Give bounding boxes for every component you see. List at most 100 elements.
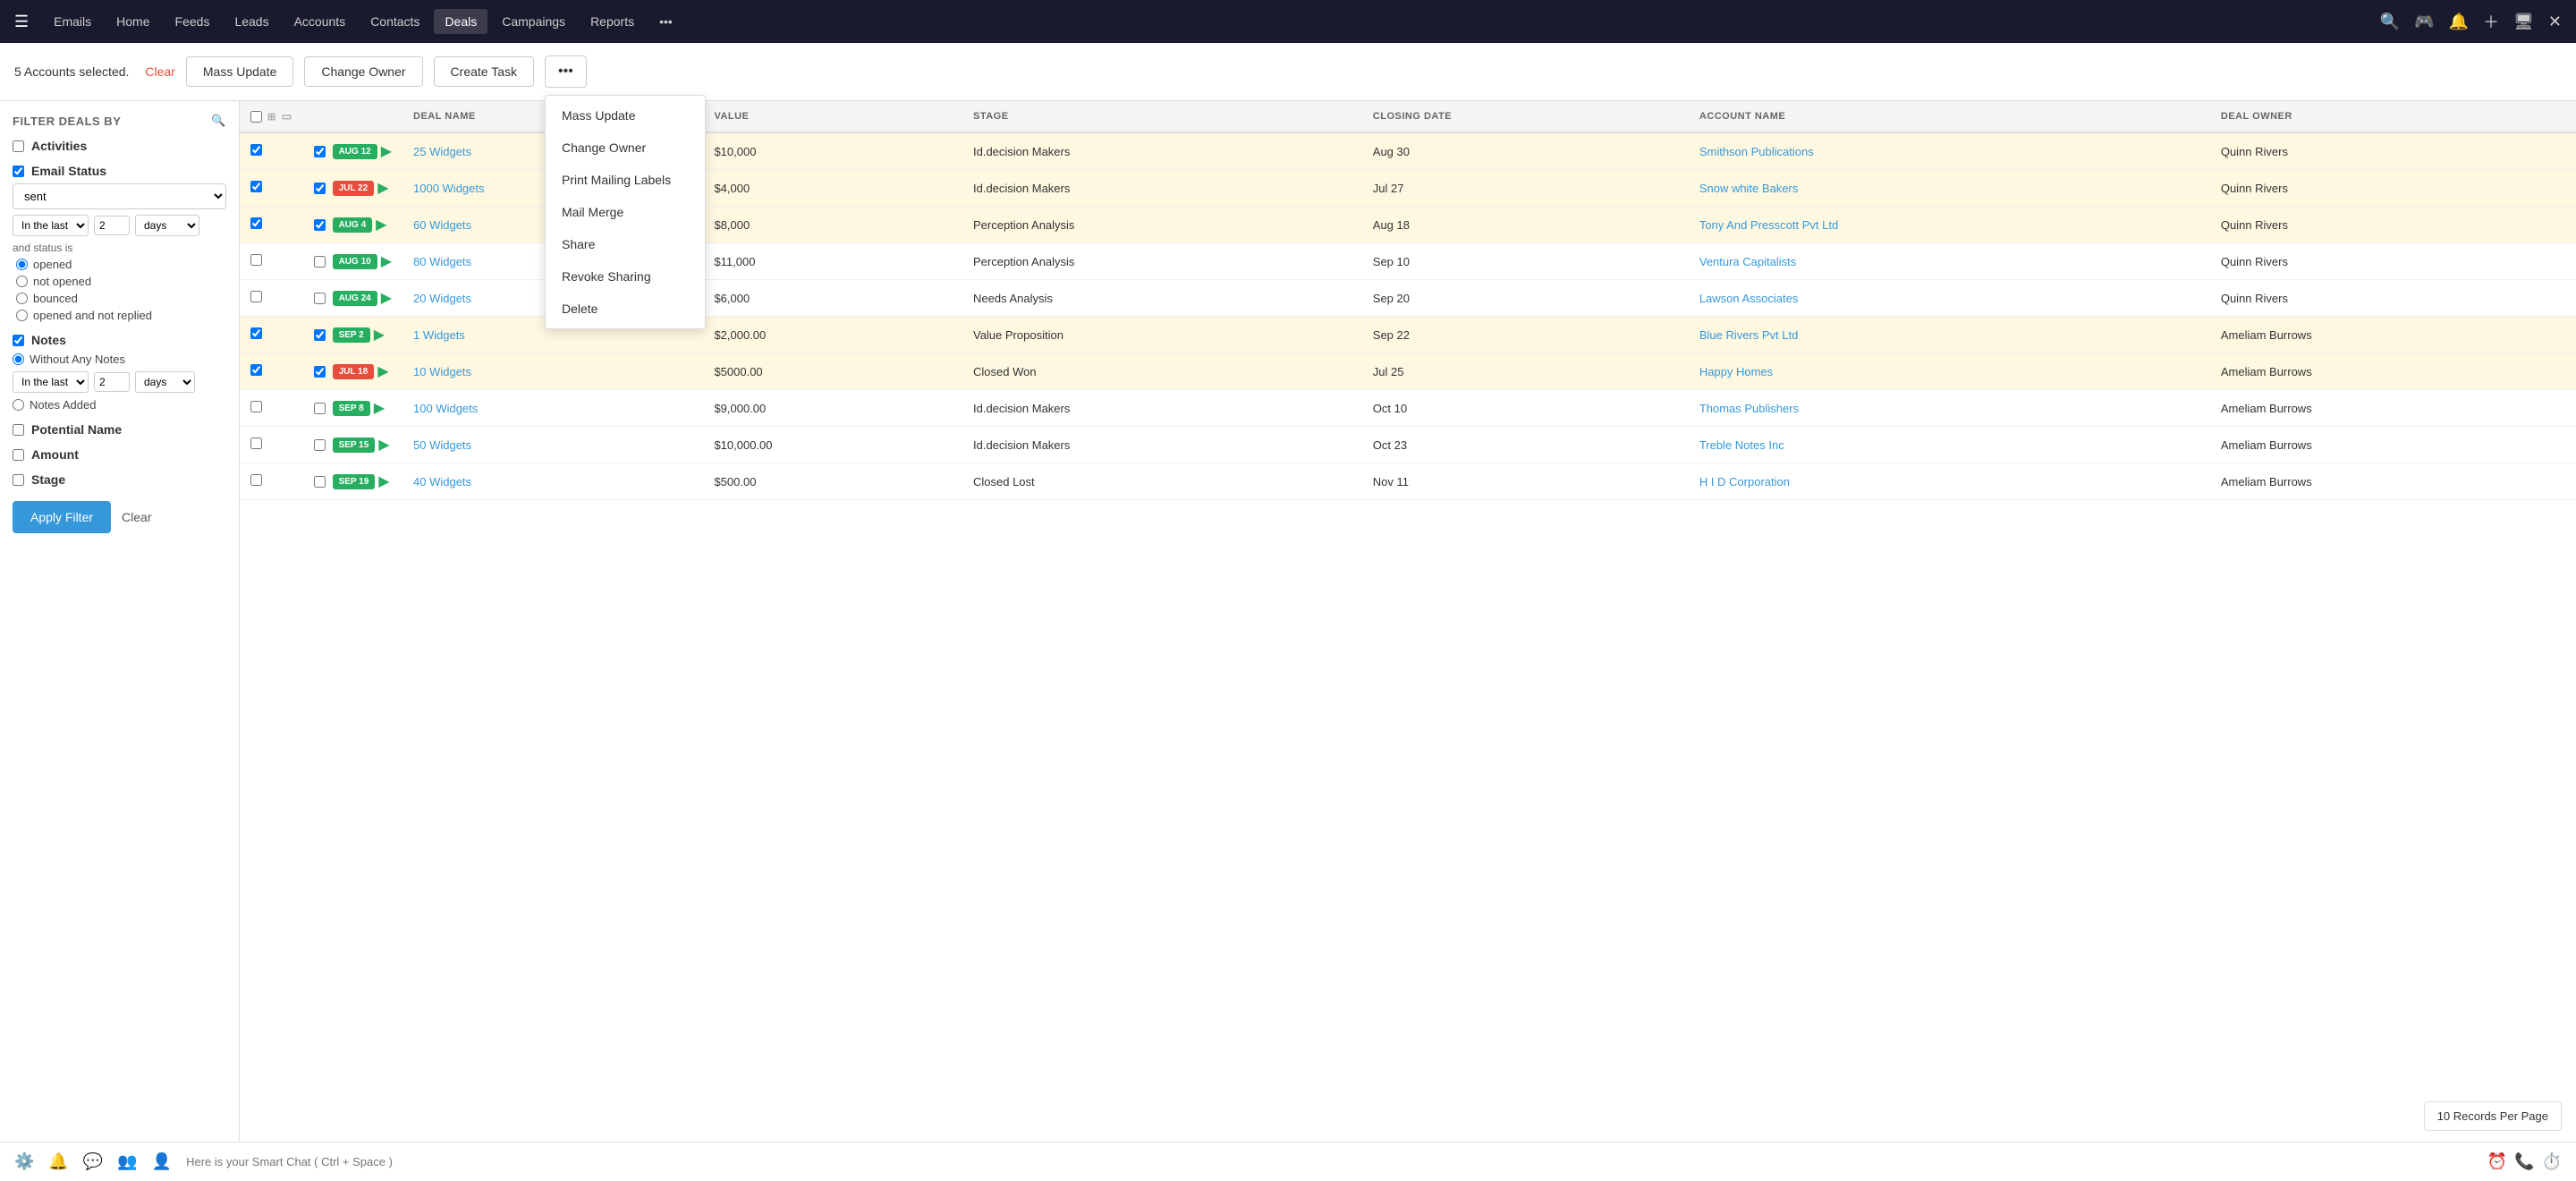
screen-icon[interactable]: 🖥 <box>2513 13 2534 31</box>
plus-icon[interactable]: ＋ <box>2483 10 2499 33</box>
stage-row[interactable]: Stage <box>13 472 226 487</box>
notes-checkbox-row[interactable]: Notes <box>13 333 226 347</box>
account-link[interactable]: Smithson Publications <box>1699 145 1814 158</box>
gamepad-icon[interactable]: 🎮 <box>2414 13 2434 31</box>
without-any-notes-row[interactable]: Without Any Notes <box>13 353 226 366</box>
row-checkbox-2[interactable] <box>314 403 326 414</box>
smart-chat-input[interactable] <box>186 1155 2487 1168</box>
deal-link[interactable]: 50 Widgets <box>413 438 471 452</box>
dropdown-revoke-sharing[interactable]: Revoke Sharing <box>546 260 705 293</box>
deal-link[interactable]: 60 Widgets <box>413 218 471 232</box>
row-checkbox[interactable] <box>250 401 262 412</box>
amount-checkbox[interactable] <box>13 449 24 461</box>
nav-more[interactable]: ••• <box>648 9 683 34</box>
dropdown-mass-update[interactable]: Mass Update <box>546 99 705 132</box>
dropdown-delete[interactable]: Delete <box>546 293 705 325</box>
row-checkbox-2[interactable] <box>314 439 326 451</box>
radio-opened-not-replied[interactable]: opened and not replied <box>16 309 226 322</box>
clear-selection-link[interactable]: Clear <box>145 64 174 79</box>
activities-checkbox[interactable] <box>13 140 24 152</box>
close-icon[interactable]: ✕ <box>2548 13 2562 31</box>
account-link[interactable]: Snow white Bakers <box>1699 182 1799 195</box>
row-checkbox[interactable] <box>250 254 262 266</box>
row-checkbox[interactable] <box>250 291 262 302</box>
column-icon[interactable]: ⊞ <box>267 111 276 123</box>
alert-icon[interactable]: 🔔 <box>48 1152 68 1171</box>
account-link[interactable]: Tony And Presscott Pvt Ltd <box>1699 218 1838 232</box>
account-link[interactable]: Thomas Publishers <box>1699 402 1799 415</box>
potential-name-row[interactable]: Potential Name <box>13 422 226 437</box>
account-link[interactable]: Happy Homes <box>1699 365 1773 378</box>
radio-opened[interactable]: opened <box>16 258 226 271</box>
settings-icon[interactable]: ⚙️ <box>14 1152 34 1171</box>
minus-icon[interactable]: ▭ <box>282 110 292 123</box>
account-link[interactable]: H I D Corporation <box>1699 475 1790 489</box>
records-per-page[interactable]: 10 Records Per Page <box>2424 1101 2562 1131</box>
notes-in-the-last-input[interactable] <box>94 372 130 392</box>
row-checkbox[interactable] <box>250 438 262 449</box>
alarm-icon[interactable]: ⏰ <box>2487 1152 2507 1171</box>
filter-clear-button[interactable]: Clear <box>122 510 151 524</box>
chat-icon[interactable]: 💬 <box>83 1152 103 1171</box>
mass-update-button[interactable]: Mass Update <box>186 56 293 87</box>
notes-unit-select[interactable]: days weeks <box>135 371 195 393</box>
users-icon[interactable]: 👥 <box>117 1152 137 1171</box>
filter-search-icon[interactable]: 🔍 <box>211 114 226 128</box>
deal-link[interactable]: 1 Widgets <box>413 328 465 342</box>
in-the-last-select[interactable]: In the last <box>13 215 89 236</box>
deal-link[interactable]: 100 Widgets <box>413 402 478 415</box>
row-checkbox-2[interactable] <box>314 476 326 488</box>
notes-added-row[interactable]: Notes Added <box>13 398 226 412</box>
dropdown-change-owner[interactable]: Change Owner <box>546 132 705 164</box>
menu-icon[interactable]: ☰ <box>14 13 29 31</box>
user-icon[interactable]: 👤 <box>152 1152 172 1171</box>
row-checkbox[interactable] <box>250 181 262 192</box>
amount-row[interactable]: Amount <box>13 447 226 462</box>
dropdown-mail-merge[interactable]: Mail Merge <box>546 196 705 228</box>
change-owner-button[interactable]: Change Owner <box>304 56 422 87</box>
email-status-checkbox[interactable] <box>13 166 24 177</box>
deal-link[interactable]: 10 Widgets <box>413 365 471 378</box>
deal-link[interactable]: 25 Widgets <box>413 145 471 158</box>
activities-checkbox-row[interactable]: Activities <box>13 139 226 153</box>
deal-link[interactable]: 80 Widgets <box>413 255 471 268</box>
row-checkbox-2[interactable] <box>314 366 326 378</box>
nav-home[interactable]: Home <box>106 9 160 34</box>
create-task-button[interactable]: Create Task <box>434 56 534 87</box>
nav-feeds[interactable]: Feeds <box>165 9 221 34</box>
email-status-select[interactable]: sent opened bounced <box>13 183 226 209</box>
search-icon[interactable]: 🔍 <box>2380 13 2400 31</box>
dropdown-share[interactable]: Share <box>546 228 705 260</box>
notes-checkbox[interactable] <box>13 335 24 346</box>
account-link[interactable]: Ventura Capitalists <box>1699 255 1796 268</box>
nav-contacts[interactable]: Contacts <box>360 9 430 34</box>
phone-icon[interactable]: 📞 <box>2514 1152 2534 1171</box>
in-the-last-unit-select[interactable]: days weeks months <box>135 215 199 236</box>
row-checkbox-2[interactable] <box>314 293 326 304</box>
stage-checkbox[interactable] <box>13 474 24 486</box>
row-checkbox-2[interactable] <box>314 329 326 341</box>
more-actions-button[interactable]: ••• <box>545 55 587 88</box>
nav-deals[interactable]: Deals <box>434 9 487 34</box>
apply-filter-button[interactable]: Apply Filter <box>13 501 111 533</box>
select-all-checkbox[interactable] <box>250 111 262 123</box>
row-checkbox[interactable] <box>250 327 262 339</box>
row-checkbox-2[interactable] <box>314 146 326 157</box>
row-checkbox[interactable] <box>250 474 262 486</box>
row-checkbox[interactable] <box>250 144 262 156</box>
account-link[interactable]: Lawson Associates <box>1699 292 1799 305</box>
timer-icon[interactable]: ⏱️ <box>2542 1152 2562 1171</box>
row-checkbox[interactable] <box>250 217 262 229</box>
radio-bounced[interactable]: bounced <box>16 292 226 305</box>
deal-link[interactable]: 40 Widgets <box>413 475 471 489</box>
account-link[interactable]: Treble Notes Inc <box>1699 438 1784 452</box>
nav-emails[interactable]: Emails <box>43 9 102 34</box>
potential-name-checkbox[interactable] <box>13 424 24 436</box>
row-checkbox-2[interactable] <box>314 219 326 231</box>
nav-campaings[interactable]: Campaings <box>491 9 576 34</box>
deal-link[interactable]: 20 Widgets <box>413 292 471 305</box>
nav-reports[interactable]: Reports <box>580 9 645 34</box>
bell-icon[interactable]: 🔔 <box>2449 13 2469 31</box>
in-the-last-input[interactable] <box>94 216 130 235</box>
account-link[interactable]: Blue Rivers Pvt Ltd <box>1699 328 1799 342</box>
